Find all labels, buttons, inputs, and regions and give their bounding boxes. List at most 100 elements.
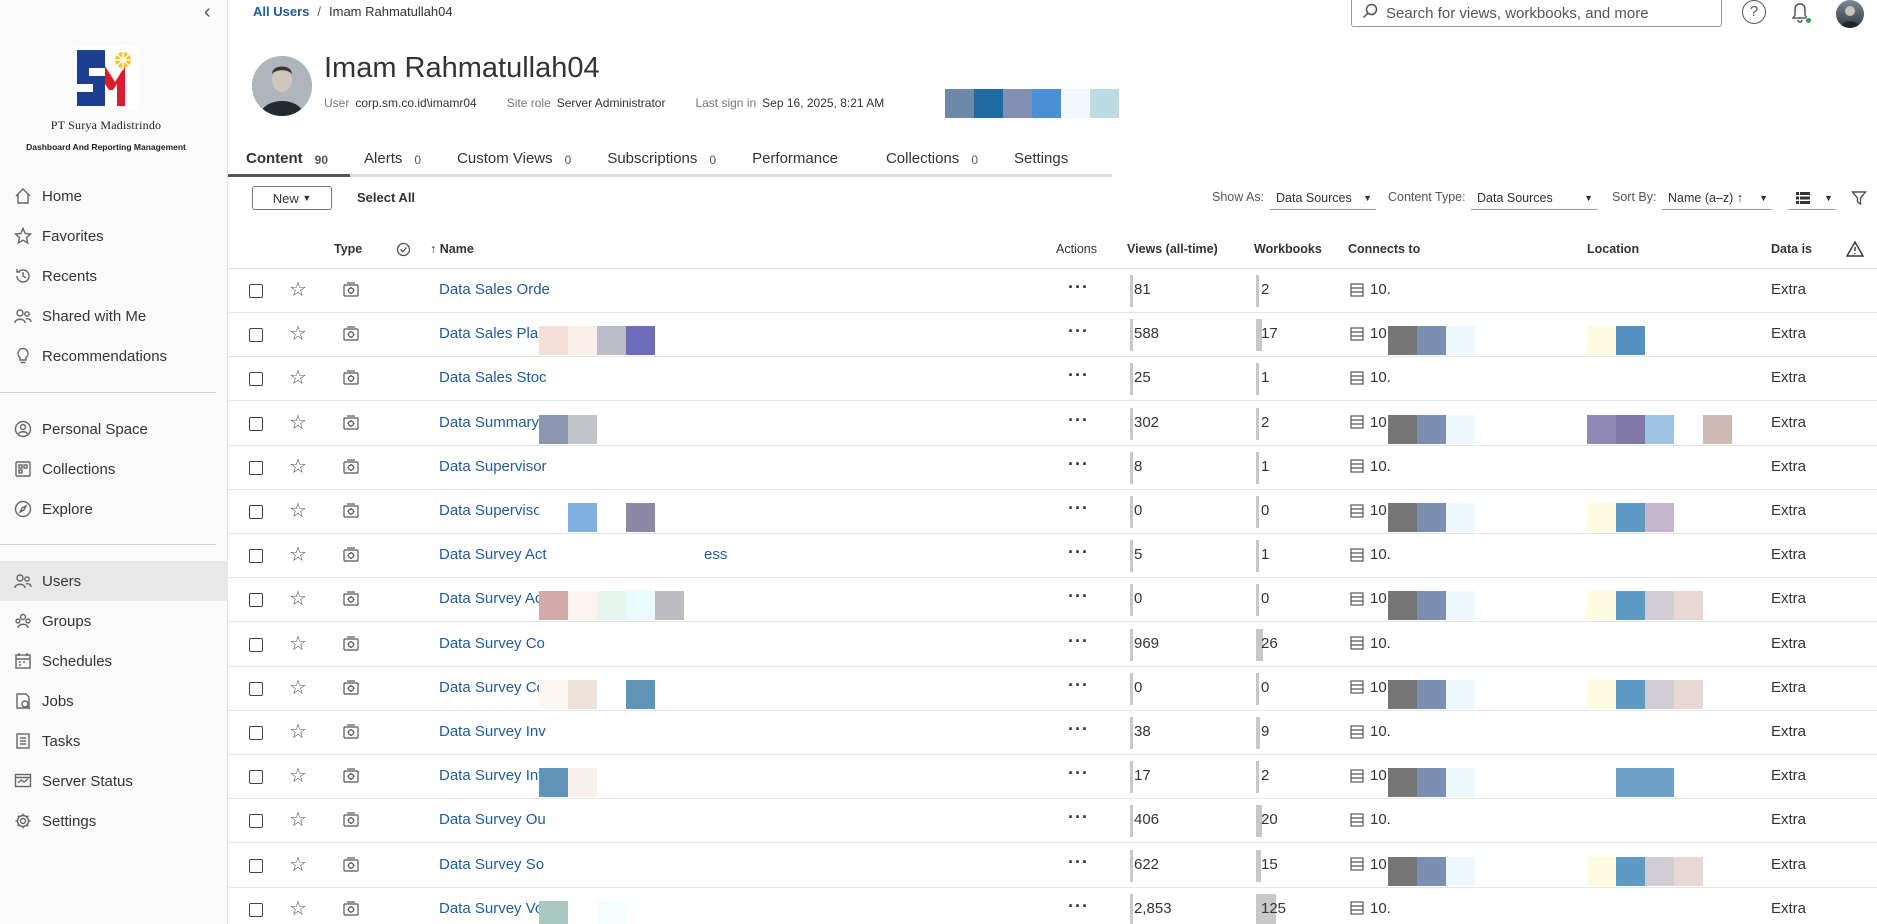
nav-server-status[interactable]: Server Status	[0, 761, 228, 801]
row-checkbox[interactable]	[249, 681, 263, 696]
content-type-select[interactable]: Data Sources ▼	[1471, 186, 1597, 210]
row-checkbox[interactable]	[249, 770, 263, 785]
tab-settings[interactable]: Settings	[996, 150, 1086, 178]
row-actions-icon[interactable]: ···	[1068, 321, 1089, 342]
row-checkbox[interactable]	[249, 549, 263, 564]
row-checkbox[interactable]	[249, 460, 263, 475]
help-icon[interactable]: ?	[1742, 0, 1766, 24]
row-name-link[interactable]: Data Survey Ou	[439, 811, 546, 828]
view-mode-toggle[interactable]: ▼	[1788, 186, 1836, 210]
favorite-star-icon[interactable]: ☆	[289, 809, 307, 831]
row-actions-icon[interactable]: ···	[1068, 807, 1089, 828]
tab-performance[interactable]: Performance	[734, 150, 868, 178]
row-checkbox[interactable]	[249, 902, 263, 917]
row-actions-icon[interactable]: ···	[1068, 410, 1089, 431]
table-row[interactable]: ☆ Data Sales Stoc ··· 25 1 10. Extra	[228, 357, 1877, 402]
row-name-link[interactable]: Data Summary	[439, 414, 539, 431]
nav-shared[interactable]: Shared with Me	[0, 296, 228, 336]
table-row[interactable]: ☆ Data Survey Co ··· 969 26 10. Extra	[228, 623, 1877, 667]
warning-icon[interactable]	[1846, 240, 1864, 258]
column-name[interactable]: ↑ Name	[430, 242, 474, 256]
row-checkbox[interactable]	[249, 416, 263, 431]
table-row[interactable]: ☆ Data Survey Ou ··· 406 20 10. Extra	[228, 799, 1877, 844]
row-name-link[interactable]: Data Survey So	[439, 856, 544, 873]
table-row[interactable]: ☆ Data Survey Inv ··· 17 2 10. Extra	[228, 755, 1877, 800]
column-type[interactable]: Type	[334, 242, 362, 256]
favorite-star-icon[interactable]: ☆	[289, 279, 307, 301]
table-row[interactable]: ☆ Data Survey Vol ··· 2,853 125 10. Extr…	[228, 888, 1877, 924]
row-name-tail[interactable]: ess	[704, 546, 727, 563]
tab-content[interactable]: Content 90	[228, 150, 346, 178]
favorite-star-icon[interactable]: ☆	[289, 633, 307, 655]
favorite-star-icon[interactable]: ☆	[289, 367, 307, 389]
favorite-star-icon[interactable]: ☆	[289, 854, 307, 876]
row-checkbox[interactable]	[249, 372, 263, 387]
filter-icon[interactable]	[1851, 190, 1867, 206]
favorite-star-icon[interactable]: ☆	[289, 500, 307, 522]
tab-collections[interactable]: Collections 0	[868, 150, 996, 178]
column-connects-to[interactable]: Connects to	[1348, 242, 1420, 256]
row-checkbox[interactable]	[249, 814, 263, 829]
tab-custom-views[interactable]: Custom Views 0	[439, 150, 589, 178]
select-all-button[interactable]: Select All	[357, 190, 415, 205]
row-checkbox[interactable]	[249, 593, 263, 608]
table-row[interactable]: ☆ Data Supervisor ··· 8 1 10. Extra	[228, 446, 1877, 490]
row-actions-icon[interactable]: ···	[1068, 631, 1089, 652]
row-actions-icon[interactable]: ···	[1068, 365, 1089, 386]
nav-collections[interactable]: Collections	[0, 449, 228, 489]
column-views[interactable]: Views (all-time)	[1127, 242, 1218, 256]
table-row[interactable]: ☆ Data Survey Act ··· 0 0 10. Extra	[228, 578, 1877, 623]
nav-home[interactable]: Home	[0, 176, 228, 216]
nav-recents[interactable]: Recents	[0, 256, 228, 296]
nav-schedules[interactable]: Schedules	[0, 641, 228, 681]
row-name-link[interactable]: Data Supervisor	[439, 502, 547, 519]
breadcrumb-all-users[interactable]: All Users	[253, 4, 309, 19]
favorite-star-icon[interactable]: ☆	[289, 898, 307, 920]
row-actions-icon[interactable]: ···	[1068, 763, 1089, 784]
favorite-star-icon[interactable]: ☆	[289, 323, 307, 345]
table-row[interactable]: ☆ Data Survey Act ··· 5 1 10. Extra ess	[228, 534, 1877, 579]
table-row[interactable]: ☆ Data Sales Orde ··· 81 2 10. Extra	[228, 269, 1877, 313]
show-as-select[interactable]: Data Sources ▼	[1270, 186, 1376, 210]
row-name-link[interactable]: Data Survey Co	[439, 635, 545, 652]
column-workbooks[interactable]: Workbooks	[1254, 242, 1322, 256]
row-name-link[interactable]: Data Survey Act	[439, 590, 547, 607]
row-actions-icon[interactable]: ···	[1068, 852, 1089, 873]
table-row[interactable]: ☆ Data Survey Co ··· 0 0 10. Extra	[228, 667, 1877, 711]
row-name-link[interactable]: Data Survey Inv	[439, 767, 546, 784]
row-checkbox[interactable]	[249, 505, 263, 519]
row-checkbox[interactable]	[249, 726, 263, 740]
row-name-link[interactable]: Data Survey Inv	[439, 723, 546, 740]
row-actions-icon[interactable]: ···	[1068, 277, 1089, 298]
row-checkbox[interactable]	[249, 328, 263, 343]
sort-by-select[interactable]: Name (a–z) ↑ ▼	[1662, 186, 1772, 210]
column-location[interactable]: Location	[1587, 242, 1639, 256]
table-row[interactable]: ☆ Data Summary ··· 302 2 10. Extra	[228, 402, 1877, 446]
row-name-link[interactable]: Data Supervisor	[439, 458, 547, 475]
nav-users[interactable]: Users	[0, 561, 228, 601]
new-button[interactable]: New ▼	[252, 186, 332, 210]
table-row[interactable]: ☆ Data Survey Inv ··· 38 9 10. Extra	[228, 711, 1877, 755]
row-name-link[interactable]: Data Sales Stoc	[439, 369, 547, 386]
table-row[interactable]: ☆ Data Survey So ··· 622 15 10. Extra	[228, 844, 1877, 888]
row-actions-icon[interactable]: ···	[1068, 454, 1089, 475]
row-checkbox[interactable]	[249, 284, 263, 298]
row-name-link[interactable]: Data Survey Vol	[439, 900, 547, 917]
tab-subscriptions[interactable]: Subscriptions 0	[589, 150, 734, 178]
row-name-link[interactable]: Data Sales Orde	[439, 281, 550, 298]
row-actions-icon[interactable]: ···	[1068, 675, 1089, 696]
row-name-link[interactable]: Data Survey Co	[439, 679, 545, 696]
favorite-star-icon[interactable]: ☆	[289, 544, 307, 566]
row-actions-icon[interactable]: ···	[1068, 896, 1089, 917]
nav-settings[interactable]: Settings	[0, 801, 228, 841]
favorite-star-icon[interactable]: ☆	[289, 588, 307, 610]
search-input[interactable]: Search for views, workbooks, and more	[1351, 0, 1722, 27]
favorite-star-icon[interactable]: ☆	[289, 721, 307, 743]
nav-groups[interactable]: Groups	[0, 601, 228, 641]
collapse-sidebar-icon[interactable]: ‹	[204, 2, 222, 24]
nav-explore[interactable]: Explore	[0, 489, 228, 529]
certified-column-icon[interactable]	[396, 242, 411, 257]
favorite-star-icon[interactable]: ☆	[289, 677, 307, 699]
row-actions-icon[interactable]: ···	[1068, 498, 1089, 519]
user-avatar[interactable]	[1836, 0, 1864, 28]
